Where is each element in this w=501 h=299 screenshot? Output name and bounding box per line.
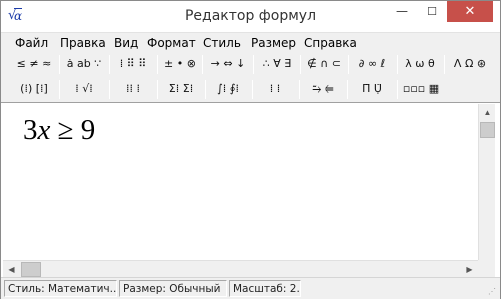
toolbar-separator [253,55,254,74]
toolbar-separator [348,55,349,74]
menu-view[interactable]: Вид [114,36,138,50]
subscripts-palette-button[interactable]: ⁞⁞ ⁞ [113,79,153,100]
relations-palette-button[interactable]: ≤ ≠ ≈ [13,54,55,75]
resize-grip-icon[interactable]: ⋰ [488,287,498,297]
toolbar-separator [59,55,60,74]
toolbar-separator [157,80,158,99]
greek-uppercase-palette-button[interactable]: Λ Ω ⊛ [447,54,493,75]
formula-relation: ≥ [57,114,74,146]
formula-editing-area[interactable]: 3x ≥ 9 [3,104,478,260]
labeled-arrows-palette-button[interactable]: ⥲ ⥢ [302,79,344,100]
menu-style[interactable]: Стиль [203,36,241,50]
embellishments-palette-button[interactable]: ⁞ ⠿ ⠿ [113,54,153,75]
status-zoom: Масштаб: 2... [229,280,301,297]
integrals-palette-button[interactable]: ∫⁞ ∮⁞ [208,79,248,100]
fences-palette-button[interactable]: (⁞) [⁞] [13,79,55,100]
scroll-right-arrow-icon[interactable]: ▶ [461,261,478,278]
formula-variable: x [37,114,51,146]
formula[interactable]: 3x ≥ 9 [23,114,95,147]
symbol-toolbar: ≤ ≠ ≈ ȧ ab ∵ ⁞ ⠿ ⠿ ± • ⊗ → ⇔ ↓ ∴ ∀ ∃ ∉ ∩… [1,52,500,77]
menu-file[interactable]: Файл [15,36,48,50]
close-button[interactable]: ✕ [447,1,493,22]
toolbar-separator [59,80,60,99]
summation-palette-button[interactable]: Σ⁞ Σ⁞ [161,79,201,100]
logic-palette-button[interactable]: ∴ ∀ ∃ [257,54,297,75]
toolbar-separator [157,55,158,74]
greek-lowercase-palette-button[interactable]: λ ω θ [400,54,440,75]
toolbar-separator [202,55,203,74]
toolbar-separator [205,80,206,99]
toolbar-separator [300,55,301,74]
fractions-radicals-palette-button[interactable]: ⁞ √⁞ [63,79,105,100]
toolbar-separator [397,55,398,74]
template-toolbar: (⁞) [⁞] ⁞ √⁞ ⁞⁞ ⁞ Σ⁞ Σ⁞ ∫⁞ ∮⁞ ⁞ ⁞ ⥲ ⥢ Π̈… [1,77,500,103]
menu-edit[interactable]: Правка [60,36,106,50]
maximize-button[interactable]: ☐ [417,1,447,22]
scroll-up-arrow-icon[interactable]: ▲ [479,104,496,121]
horizontal-scrollbar[interactable]: ◀ ▶ [3,260,478,277]
scrollbar-corner [478,260,495,277]
products-palette-button[interactable]: Π̈ Ụ̈ [350,79,394,100]
formula-value: 9 [80,114,96,146]
operators-palette-button[interactable]: ± • ⊗ [161,54,199,75]
toolbar-separator [109,80,110,99]
menu-size[interactable]: Размер [251,36,296,50]
scroll-left-arrow-icon[interactable]: ◀ [3,261,20,278]
equation-editor-window: √ α Редактор формул — ☐ ✕ Файл Правка Ви… [0,0,501,299]
toolbar-separator [299,80,300,99]
toolbar-separator [397,80,398,99]
horizontal-scroll-thumb[interactable] [21,262,41,277]
menu-bar: Файл Правка Вид Формат Стиль Размер Спра… [1,32,500,52]
spaces-palette-button[interactable]: ȧ ab ∵ [63,54,105,75]
status-size: Размер: Обычный [119,280,227,297]
minimize-button[interactable]: — [387,1,417,22]
toolbar-separator [252,80,253,99]
menu-help[interactable]: Справка [304,36,357,50]
status-bar: Стиль: Математич... Размер: Обычный Масш… [1,277,500,299]
formula-coefficient: 3 [23,114,38,146]
status-style: Стиль: Математич... [4,280,117,297]
arrows-palette-button[interactable]: → ⇔ ↓ [206,54,250,75]
matrices-palette-button[interactable]: ▫▫▫ ▦ [400,79,442,100]
toolbar-separator [109,55,110,74]
misc-symbols-palette-button[interactable]: ∂ ∞ ℓ [351,54,393,75]
toolbar-separator [347,80,348,99]
vertical-scroll-thumb[interactable] [480,122,495,138]
set-theory-palette-button[interactable]: ∉ ∩ ⊂ [304,54,344,75]
underbars-palette-button[interactable]: ⁞ ⁞ [255,79,295,100]
title-bar[interactable]: √ α Редактор формул — ☐ ✕ [1,1,500,32]
menu-format[interactable]: Формат [147,36,196,50]
vertical-scrollbar[interactable]: ▲ [478,104,495,260]
toolbar-separator [444,55,445,74]
